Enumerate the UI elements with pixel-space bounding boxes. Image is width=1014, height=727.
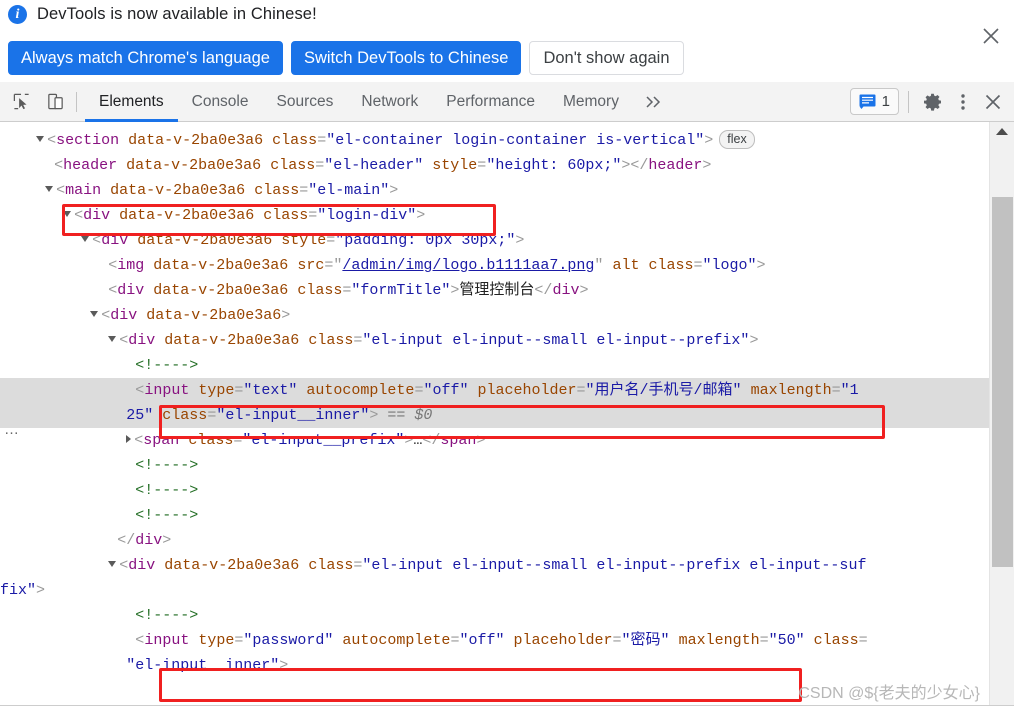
issues-count: 1 [881, 93, 890, 110]
issues-message-icon [859, 94, 876, 109]
tab-console-label: Console [191, 92, 249, 110]
dom-tree-scrollbar[interactable] [989, 122, 1014, 727]
close-devtools-icon[interactable] [978, 87, 1008, 117]
node-overflow-ellipsis[interactable]: … [4, 422, 20, 437]
toolbar-divider-2 [908, 90, 909, 113]
devtools-panel-tabs: Elements Console Sources Network Perform… [85, 82, 633, 122]
dom-node-el-input-2-cont[interactable]: fix"> [0, 578, 989, 603]
dont-show-again-button[interactable]: Don't show again [529, 41, 684, 75]
expand-triangle-icon[interactable] [90, 311, 99, 318]
dom-node-wrapper-div[interactable]: <div data-v-2ba0e3a6> [0, 303, 989, 328]
dom-node-comment-5[interactable]: <!----> [0, 603, 989, 628]
dom-tree-clip: <div id="app"><section data-v-2ba0e3a6 c… [0, 122, 989, 705]
expand-triangle-icon[interactable] [45, 186, 54, 193]
gear-icon[interactable] [918, 87, 948, 117]
tab-performance[interactable]: Performance [432, 82, 549, 122]
dom-node-login-div[interactable]: <div data-v-2ba0e3a6 class="login-div"> [0, 203, 989, 228]
elements-dom-tree-panel[interactable]: <div id="app"><section data-v-2ba0e3a6 c… [0, 122, 1014, 705]
dom-node-padding-div[interactable]: <div data-v-2ba0e3a6 style="padding: 0px… [0, 228, 989, 253]
dom-node-comment-4[interactable]: <!----> [0, 503, 989, 528]
dom-node-input-password[interactable]: <input type="password" autocomplete="off… [0, 628, 989, 653]
tab-sources[interactable]: Sources [263, 82, 348, 122]
notification-buttons-row: Always match Chrome's language Switch De… [8, 41, 684, 75]
tab-console[interactable]: Console [178, 82, 263, 122]
devtools-toolbar: Elements Console Sources Network Perform… [0, 82, 1014, 122]
expand-triangle-icon[interactable] [108, 561, 117, 568]
kebab-menu-icon[interactable] [948, 87, 978, 117]
devtools-window: i DevTools is now available in Chinese! … [0, 0, 1014, 727]
tab-elements-label: Elements [99, 92, 164, 110]
issues-button[interactable]: 1 [849, 88, 899, 115]
expand-triangle-icon[interactable] [36, 136, 45, 143]
notification-message-row: i DevTools is now available in Chinese! [8, 5, 317, 24]
toolbar-divider [76, 91, 77, 112]
dom-tree-rows: <div id="app"><section data-v-2ba0e3a6 c… [0, 122, 989, 678]
dom-node-section[interactable]: <section data-v-2ba0e3a6 class="el-conta… [0, 128, 989, 153]
dom-node-span-prefix[interactable]: <span class="el-input__prefix">…</span> [0, 428, 989, 453]
toolbar-right-actions: 1 [849, 87, 1014, 117]
dom-node-input-text[interactable]: <input type="text" autocomplete="off" pl… [0, 378, 989, 403]
device-toolbar-icon[interactable] [42, 89, 68, 115]
dom-node-comment-1[interactable]: <!----> [0, 353, 989, 378]
tab-network-label: Network [361, 92, 419, 110]
dom-node-img-logo[interactable]: <img data-v-2ba0e3a6 src="/admin/img/log… [0, 253, 989, 278]
dom-node-el-input-2[interactable]: <div data-v-2ba0e3a6 class="el-input el-… [0, 553, 989, 578]
expand-triangle-icon[interactable] [63, 211, 72, 218]
dom-node-header[interactable]: <header data-v-2ba0e3a6 class="el-header… [0, 153, 989, 178]
always-match-chrome-language-button[interactable]: Always match Chrome's language [8, 41, 283, 75]
tab-sources-label: Sources [276, 92, 334, 110]
scrollbar-thumb[interactable] [992, 197, 1013, 567]
inspect-element-icon[interactable] [8, 89, 34, 115]
tab-memory[interactable]: Memory [549, 82, 633, 122]
notification-message: DevTools is now available in Chinese! [37, 5, 317, 23]
collapse-triangle-icon[interactable] [126, 435, 132, 444]
devtools-language-notification: i DevTools is now available in Chinese! … [0, 0, 1014, 82]
dom-node-main[interactable]: <main data-v-2ba0e3a6 class="el-main"> [0, 178, 989, 203]
expand-triangle-icon[interactable] [81, 236, 90, 243]
tab-performance-label: Performance [446, 92, 535, 110]
dom-node-el-input-1[interactable]: <div data-v-2ba0e3a6 class="el-input el-… [0, 328, 989, 353]
dom-node-input-text-cont[interactable]: 25" class="el-input__inner"> == $0 [0, 403, 989, 428]
expand-triangle-icon[interactable] [108, 336, 117, 343]
tab-elements[interactable]: Elements [85, 82, 178, 122]
tab-network[interactable]: Network [347, 82, 432, 122]
more-tabs-chevron-double-right-icon[interactable] [633, 82, 675, 122]
scroll-up-arrow-icon[interactable] [996, 128, 1008, 135]
breadcrumb-bar [0, 705, 1014, 727]
tab-memory-label: Memory [562, 92, 619, 110]
dom-node-comment-2[interactable]: <!----> [0, 453, 989, 478]
notification-close-icon[interactable] [980, 25, 1002, 47]
dom-node-comment-3[interactable]: <!----> [0, 478, 989, 503]
dom-node-form-title[interactable]: <div data-v-2ba0e3a6 class="formTitle">管… [0, 278, 989, 303]
csdn-watermark: CSDN @${老夫的少女心} [798, 685, 980, 702]
dom-node-close-div-1[interactable]: </div> [0, 528, 989, 553]
switch-devtools-to-chinese-button[interactable]: Switch DevTools to Chinese [290, 41, 522, 75]
dom-node-input-password-cont[interactable]: "el-input__inner"> [0, 653, 989, 678]
info-icon: i [8, 5, 27, 24]
